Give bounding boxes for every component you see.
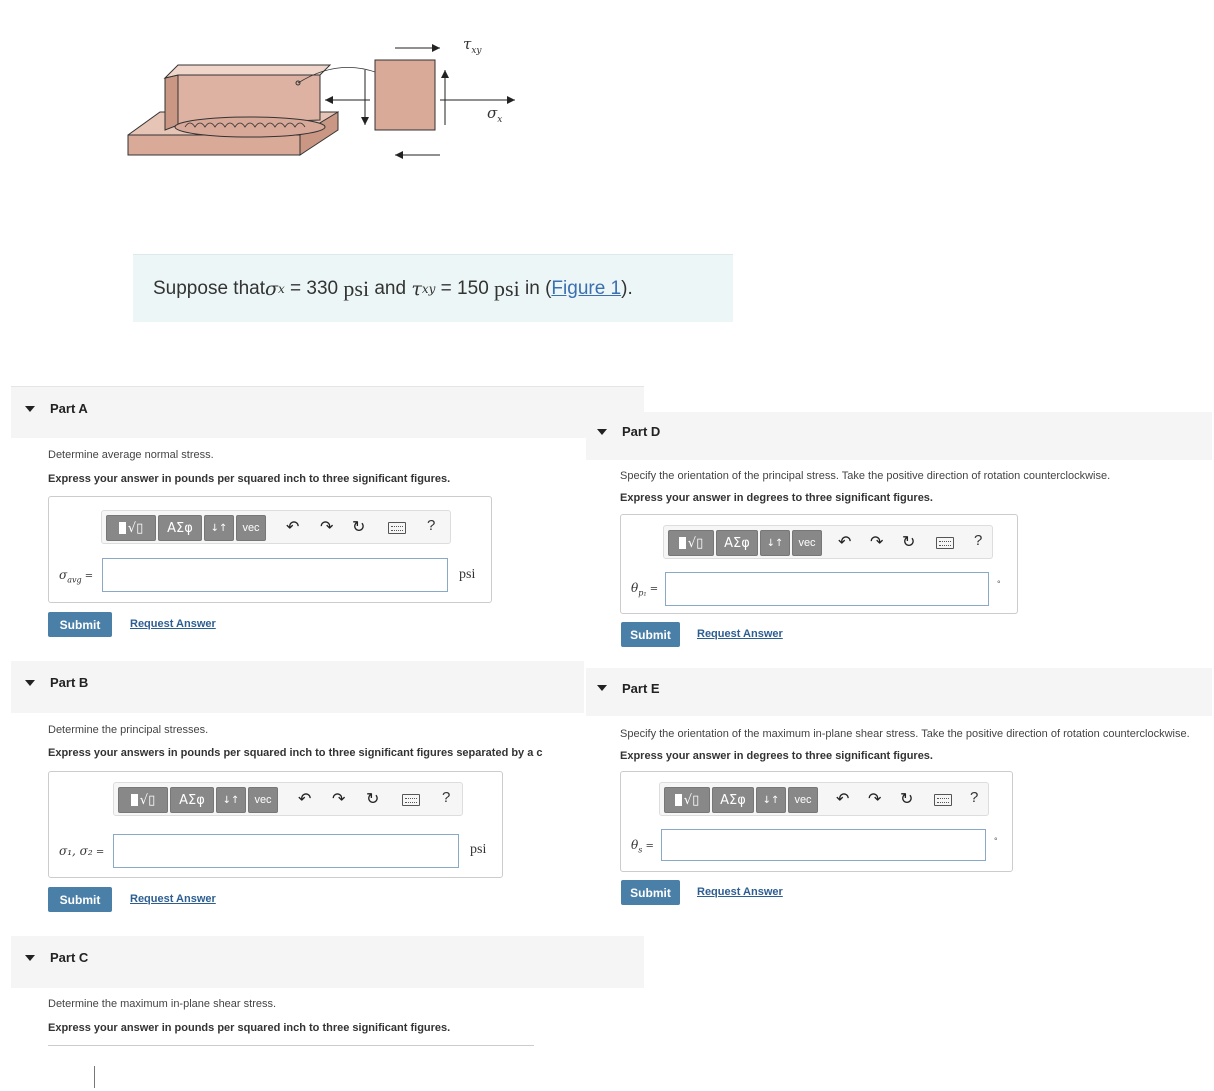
caret-down-icon xyxy=(597,685,607,691)
part-d-title: Part D xyxy=(622,424,661,439)
part-a-title: Part A xyxy=(50,401,88,416)
theta-p1-label: θp₁ = xyxy=(631,581,659,598)
part-e-unit: ° xyxy=(994,836,998,846)
part-b-submit-button[interactable]: Submit xyxy=(48,887,112,912)
part-e-header[interactable]: Part E xyxy=(586,668,1212,716)
part-a-submit-button[interactable]: Submit xyxy=(48,612,112,637)
part-b-request-answer-link[interactable]: Request Answer xyxy=(130,893,216,905)
reset-icon[interactable]: ↻ xyxy=(366,789,379,808)
math-toolbar: √▯ ΑΣφ ↓↑ vec ↶ ↷ ↻ ? xyxy=(663,525,993,559)
part-b-answer-box: √▯ ΑΣφ ↓↑ vec ↶ ↷ ↻ ? σ₁, σ₂ = psi xyxy=(48,771,503,878)
redo-icon[interactable]: ↷ xyxy=(332,789,345,808)
part-c-answer-box xyxy=(48,1045,534,1091)
figure-1-link[interactable]: Figure 1 xyxy=(551,278,621,300)
help-icon[interactable]: ? xyxy=(970,789,978,806)
redo-icon[interactable]: ↷ xyxy=(870,532,883,551)
part-e-answer-box: √▯ ΑΣφ ↓↑ vec ↶ ↷ ↻ ? θs = ° xyxy=(620,771,1013,872)
templates-button[interactable]: √▯ xyxy=(118,787,168,813)
figure-sigma-label: σx xyxy=(487,104,503,125)
reset-icon[interactable]: ↻ xyxy=(902,532,915,551)
redo-icon[interactable]: ↷ xyxy=(868,789,881,808)
sigma-avg-label: σavg = xyxy=(59,568,94,585)
part-d-unit: ° xyxy=(997,579,1001,589)
part-e-submit-button[interactable]: Submit xyxy=(621,880,680,905)
arrows-button[interactable]: ↓↑ xyxy=(760,530,790,556)
part-a-header[interactable]: Part A xyxy=(11,386,644,438)
sigma-avg-input[interactable] xyxy=(102,558,448,592)
part-d-format: Express your answer in degrees to three … xyxy=(620,492,933,504)
math-toolbar: √▯ ΑΣφ ↓↑ vec ↶ ↷ ↻ ? xyxy=(659,782,989,816)
part-d-submit-button[interactable]: Submit xyxy=(621,622,680,647)
caret-down-icon xyxy=(25,406,35,412)
sigma-1-2-label: σ₁, σ₂ = xyxy=(59,844,105,858)
part-a-format: Express your answer in pounds per square… xyxy=(48,473,451,485)
vec-button[interactable]: vec xyxy=(792,530,822,556)
part-e-request-answer-link[interactable]: Request Answer xyxy=(697,886,783,898)
keyboard-icon[interactable] xyxy=(936,537,954,549)
math-toolbar: √▯ ΑΣφ ↓↑ vec ↶ ↷ ↻ ? xyxy=(113,782,463,816)
part-b-unit: psi xyxy=(470,842,487,857)
arrows-button[interactable]: ↓↑ xyxy=(216,787,246,813)
part-b-title: Part B xyxy=(50,675,89,690)
part-d-header[interactable]: Part D xyxy=(586,412,1212,460)
templates-button[interactable]: √▯ xyxy=(664,787,710,813)
theta-p1-input[interactable] xyxy=(665,572,989,606)
part-d-request-answer-link[interactable]: Request Answer xyxy=(697,628,783,640)
part-e-title: Part E xyxy=(622,681,660,696)
math-toolbar: √▯ ΑΣφ ↓↑ vec ↶ ↷ ↻ ? xyxy=(101,510,451,544)
vec-button[interactable]: vec xyxy=(248,787,278,813)
part-c-format: Express your answer in pounds per square… xyxy=(48,1022,451,1034)
arrows-button[interactable]: ↓↑ xyxy=(204,515,234,541)
principal-stresses-input[interactable] xyxy=(113,834,459,868)
greek-symbols-button[interactable]: ΑΣφ xyxy=(158,515,202,541)
undo-icon[interactable]: ↶ xyxy=(838,532,851,551)
caret-down-icon xyxy=(597,429,607,435)
greek-symbols-button[interactable]: ΑΣφ xyxy=(716,530,758,556)
theta-s-input[interactable] xyxy=(661,829,986,861)
part-e-instruction: Specify the orientation of the maximum i… xyxy=(620,728,1190,740)
part-b-header[interactable]: Part B xyxy=(11,661,584,713)
part-b-instruction: Determine the principal stresses. xyxy=(48,724,209,736)
part-a-request-answer-link[interactable]: Request Answer xyxy=(130,618,216,630)
part-b-format: Express your answers in pounds per squar… xyxy=(48,747,543,759)
keyboard-icon[interactable] xyxy=(934,794,952,806)
vec-button[interactable]: vec xyxy=(236,515,266,541)
keyboard-icon[interactable] xyxy=(402,794,420,806)
problem-statement: Suppose that σx = 330 psi and τ xy = 150 … xyxy=(133,254,733,322)
help-icon[interactable]: ? xyxy=(974,532,982,549)
undo-icon[interactable]: ↶ xyxy=(298,789,311,808)
text-cursor xyxy=(94,1066,95,1088)
undo-icon[interactable]: ↶ xyxy=(286,517,299,536)
vec-button[interactable]: vec xyxy=(788,787,818,813)
help-icon[interactable]: ? xyxy=(442,789,450,806)
part-d-instruction: Specify the orientation of the principal… xyxy=(620,470,1111,482)
greek-symbols-button[interactable]: ΑΣφ xyxy=(712,787,754,813)
help-icon[interactable]: ? xyxy=(427,517,435,534)
templates-button[interactable]: √▯ xyxy=(106,515,156,541)
part-a-instruction: Determine average normal stress. xyxy=(48,449,214,461)
figure-tau-label: τxy xyxy=(463,35,482,56)
arrows-button[interactable]: ↓↑ xyxy=(756,787,786,813)
part-c-title: Part C xyxy=(50,950,89,965)
part-c-header[interactable]: Part C xyxy=(11,936,644,988)
keyboard-icon[interactable] xyxy=(388,522,406,534)
caret-down-icon xyxy=(25,680,35,686)
theta-s-label: θs = xyxy=(631,838,654,855)
redo-icon[interactable]: ↷ xyxy=(320,517,333,536)
undo-icon[interactable]: ↶ xyxy=(836,789,849,808)
part-e-format: Express your answer in degrees to three … xyxy=(620,750,933,762)
greek-symbols-button[interactable]: ΑΣφ xyxy=(170,787,214,813)
part-d-answer-box: √▯ ΑΣφ ↓↑ vec ↶ ↷ ↻ ? θp₁ = ° xyxy=(620,514,1018,614)
reset-icon[interactable]: ↻ xyxy=(352,517,365,536)
part-a-answer-box: √▯ ΑΣφ ↓↑ vec ↶ ↷ ↻ ? σavg = psi xyxy=(48,496,492,603)
templates-button[interactable]: √▯ xyxy=(668,530,714,556)
part-a-unit: psi xyxy=(459,567,476,582)
reset-icon[interactable]: ↻ xyxy=(900,789,913,808)
caret-down-icon xyxy=(25,955,35,961)
part-c-instruction: Determine the maximum in-plane shear str… xyxy=(48,998,277,1010)
